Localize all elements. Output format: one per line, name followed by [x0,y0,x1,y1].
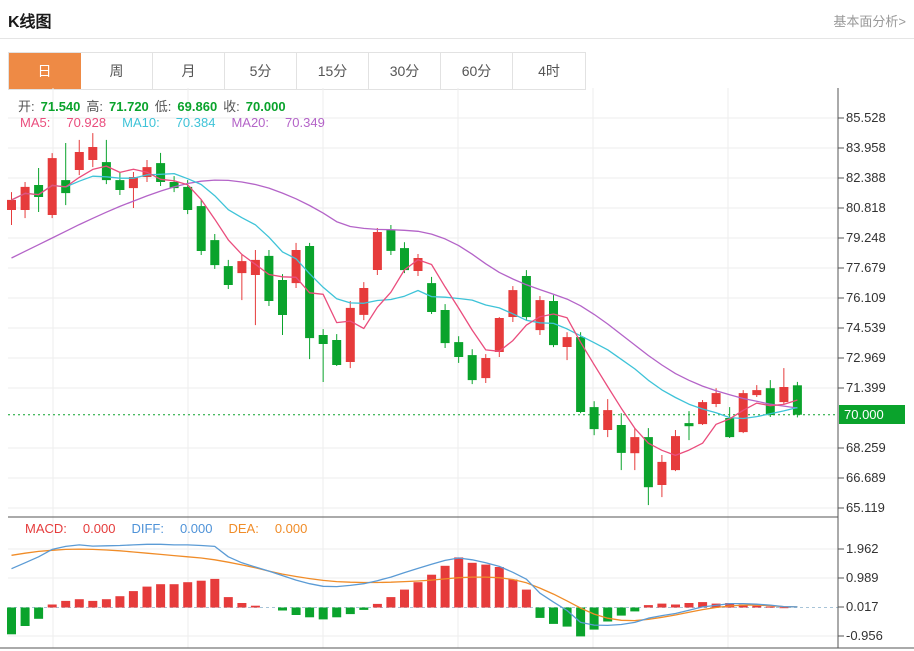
macd-axis-label: 0.989 [846,570,879,585]
y-axis-label: 85.528 [846,110,886,125]
macd-axis-label: -0.956 [846,628,883,643]
dea-line [12,549,798,621]
info-label: 高: [86,99,103,114]
info-label: 低: [155,99,172,114]
info-label: 开: [18,99,35,114]
y-axis-label: 79.248 [846,230,886,245]
ma5-line [12,166,798,455]
info-value: 69.860 [177,99,217,114]
ma-info-row: MA5: 70.928 MA10: 70.384 MA20: 70.349 [20,115,341,130]
y-axis-label: 72.969 [846,350,886,365]
y-axis-label: 68.259 [846,440,886,455]
macd-axis-label: 0.017 [846,599,879,614]
macd-histogram [7,557,788,636]
current-price-marker: 70.000 [839,405,905,424]
macd-info-row: MACD: 0.000 DIFF: 0.000 DEA: 0.000 [25,521,323,536]
info-label: 收: [223,99,240,114]
info-label: DEA: [228,521,258,536]
y-axis-label: 76.109 [846,290,886,305]
ohlc-info-row: 开: 71.540 高: 71.720 低: 69.860 收: 70.000 [18,96,292,115]
y-axis-label: 77.679 [846,260,886,275]
info-value: 70.928 [66,115,106,130]
y-axis-label: 66.689 [846,470,886,485]
y-axis-label: 71.399 [846,380,886,395]
info-label: MA10: [122,115,160,130]
macd-axis-label: 1.962 [846,541,879,556]
ma10-line [12,174,798,419]
info-value: 70.384 [176,115,216,130]
info-value: 71.720 [109,99,149,114]
info-label: MA20: [231,115,269,130]
info-value: 0.000 [275,521,308,536]
y-axis-label: 80.818 [846,200,886,215]
y-axis-label: 83.958 [846,140,886,155]
info-label: MA5: [20,115,50,130]
info-value: 0.000 [180,521,213,536]
info-value: 0.000 [83,521,116,536]
info-label: MACD: [25,521,67,536]
y-axis-label: 74.539 [846,320,886,335]
diff-line [12,544,798,625]
ma20-line [12,180,798,408]
info-value: 71.540 [41,99,81,114]
info-label: DIFF: [131,521,164,536]
candlestick-series [7,133,802,505]
kline-page: K线图 基本面分析> 日周月5分15分30分60分4时 开:71.540高:71… [0,0,914,651]
y-axis-label: 65.119 [846,500,885,515]
y-axis-label: 82.388 [846,170,886,185]
info-value: 70.349 [285,115,325,130]
info-value: 70.000 [246,99,286,114]
